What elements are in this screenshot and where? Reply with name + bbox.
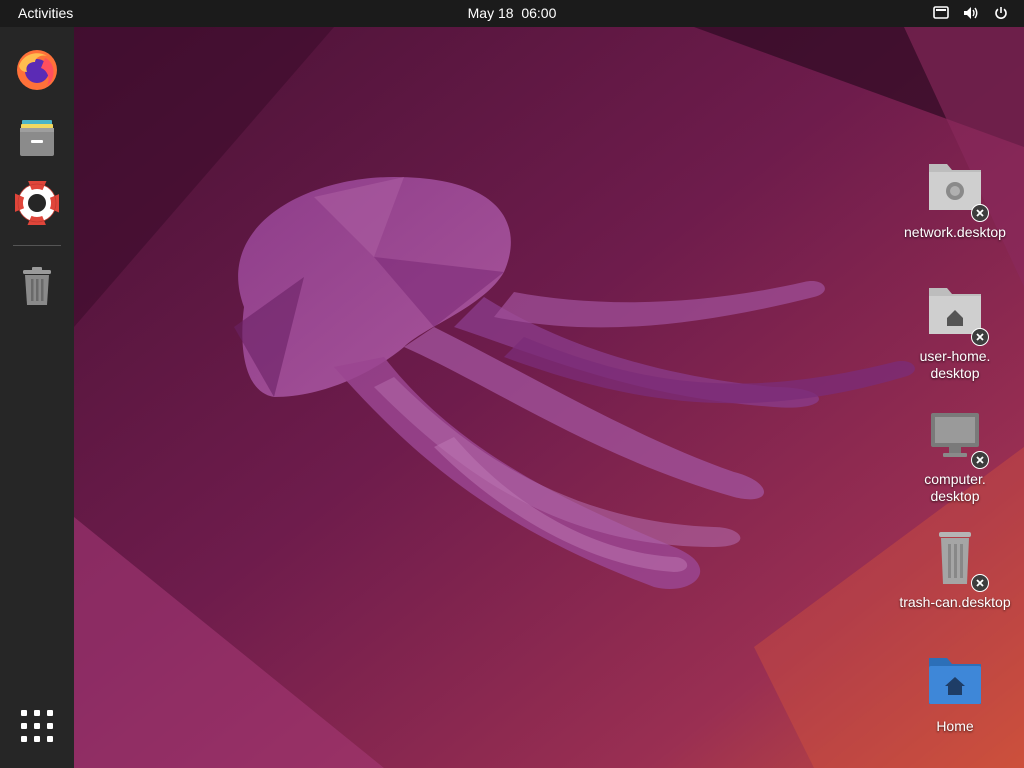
desktop-icon-home[interactable]: Home xyxy=(890,652,1020,735)
dock-item-firefox[interactable] xyxy=(12,47,62,97)
clock: May 18 06:00 xyxy=(0,5,1024,21)
dock-separator xyxy=(13,245,61,246)
desktop-icon-label: trash-can.desktop xyxy=(899,594,1011,610)
system-tray[interactable] xyxy=(932,4,1010,22)
dock-item-trash[interactable] xyxy=(12,262,62,312)
desktop-icon-user-home[interactable]: user-home. desktop xyxy=(890,282,1020,382)
untrusted-badge-icon xyxy=(971,204,989,222)
lifebuoy-icon xyxy=(13,178,61,230)
home-folder-icon xyxy=(923,652,987,716)
desktop-icon-computer[interactable]: computer. desktop xyxy=(890,405,1020,505)
home-folder-icon xyxy=(923,282,989,346)
desktop-icon-trash-can[interactable]: trash-can.desktop xyxy=(890,528,1020,611)
top-bar: Activities May 18 06:00 xyxy=(0,0,1024,27)
desktop-icon-network[interactable]: network.desktop xyxy=(890,158,1020,241)
untrusted-badge-icon xyxy=(971,574,989,592)
dock-item-help[interactable] xyxy=(12,178,62,230)
desktop-icon-label: network.desktop xyxy=(904,224,1006,240)
computer-icon xyxy=(923,405,989,469)
trash-icon xyxy=(923,528,989,592)
trash-icon xyxy=(15,263,59,312)
app-grid-icon xyxy=(20,709,54,748)
clock-time: 06:00 xyxy=(521,5,557,21)
file-cabinet-icon xyxy=(15,116,59,165)
desktop-icon-label: Home xyxy=(936,718,974,734)
show-apps-button[interactable] xyxy=(12,703,62,753)
firefox-icon xyxy=(15,48,59,97)
clock-button[interactable]: May 18 06:00 xyxy=(468,5,557,21)
desktop-icon-label: user-home. desktop xyxy=(919,348,991,381)
untrusted-badge-icon xyxy=(971,451,989,469)
desktop-icon-label: computer. desktop xyxy=(924,471,986,504)
display-icon[interactable] xyxy=(932,4,950,22)
untrusted-badge-icon xyxy=(971,328,989,346)
dock xyxy=(0,27,74,768)
dock-item-files[interactable] xyxy=(12,115,62,165)
network-folder-icon xyxy=(923,158,989,222)
clock-date: May 18 xyxy=(467,5,514,21)
desktop-wallpaper[interactable] xyxy=(74,27,1024,768)
activities-button[interactable]: Activities xyxy=(18,5,73,21)
volume-icon[interactable] xyxy=(962,4,980,22)
power-icon[interactable] xyxy=(992,4,1010,22)
